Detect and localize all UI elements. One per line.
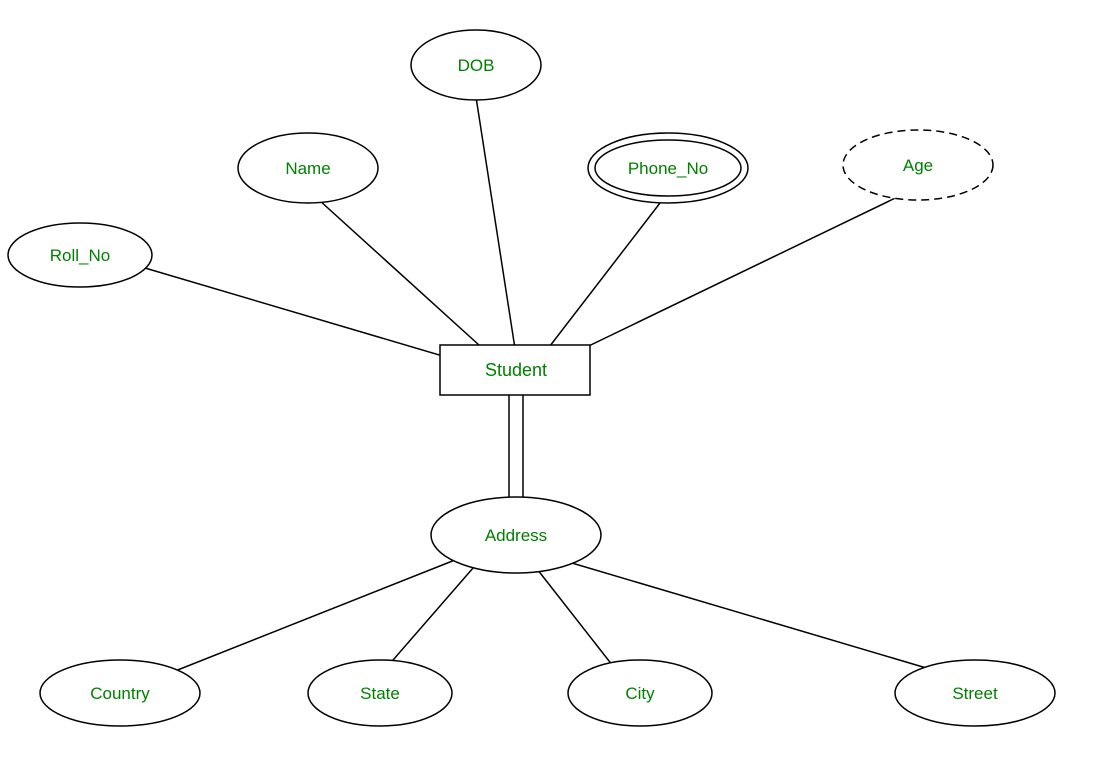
- dob-label: DOB: [458, 56, 495, 75]
- city-label: City: [625, 684, 655, 703]
- name-label: Name: [285, 159, 330, 178]
- age-label: Age: [903, 156, 933, 175]
- student-label: Student: [485, 360, 547, 380]
- street-label: Street: [952, 684, 998, 703]
- roll-no-label: Roll_No: [50, 246, 110, 265]
- address-label: Address: [485, 526, 547, 545]
- phone-no-label: Phone_No: [628, 159, 708, 178]
- state-label: State: [360, 684, 400, 703]
- country-label: Country: [90, 684, 150, 703]
